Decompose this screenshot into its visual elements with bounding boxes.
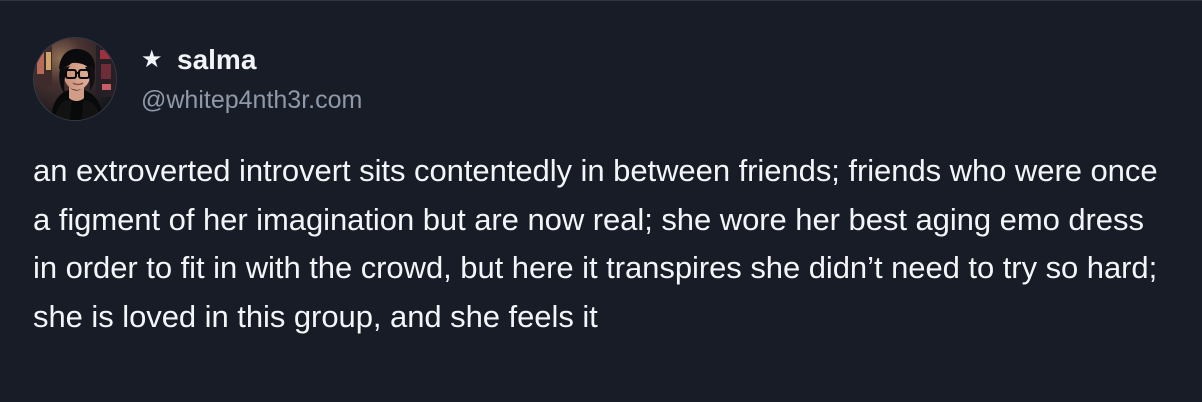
post-card[interactable]: ★ salma @whitep4nth3r.com an extroverted… [0,0,1202,402]
post-text: an extroverted introvert sits contentedl… [33,153,1158,334]
star-icon: ★ [141,46,163,73]
author-name[interactable]: salma [177,41,256,79]
author-avatar[interactable] [34,38,116,120]
author-name-row[interactable]: ★ salma [141,41,362,79]
author-info: ★ salma @whitep4nth3r.com [141,41,362,117]
avatar-portrait [34,38,116,120]
author-handle[interactable]: @whitep4nth3r.com [141,83,362,117]
